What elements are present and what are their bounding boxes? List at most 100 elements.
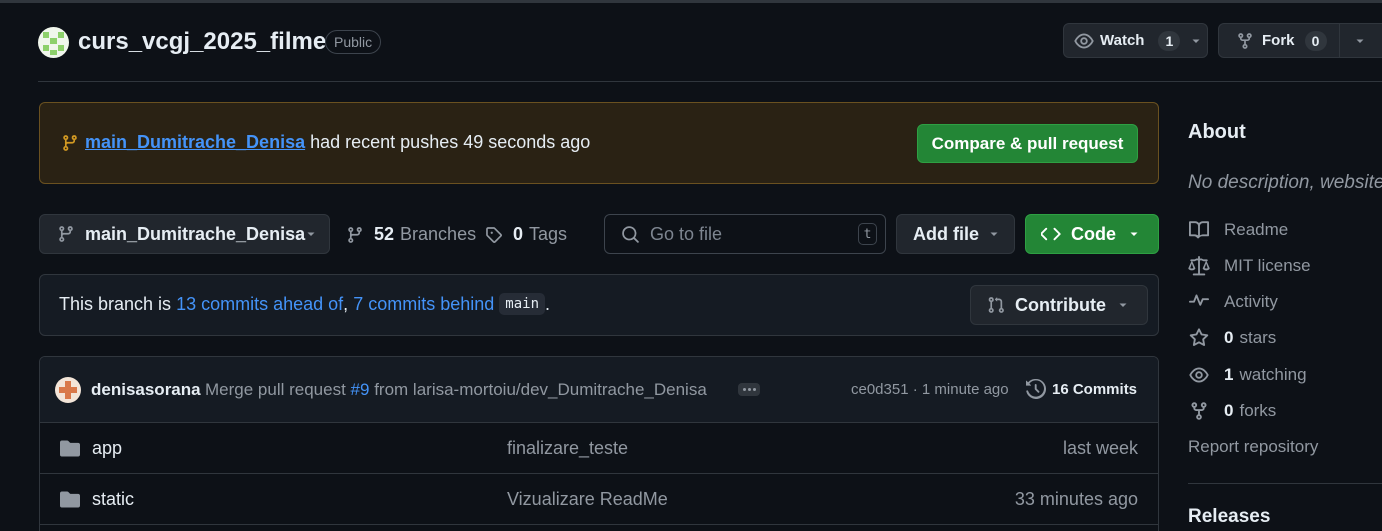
tags-label: Tags — [529, 224, 568, 244]
file-name[interactable]: static — [92, 489, 134, 510]
forks-label: forks — [1239, 401, 1277, 420]
branch-icon — [61, 134, 79, 152]
status-prefix: This branch is — [59, 293, 172, 314]
watch-count: 1 — [1158, 30, 1181, 51]
folder-icon — [60, 490, 80, 508]
add-file-button[interactable]: Add file — [896, 214, 1015, 254]
branch-selector[interactable]: main_Dumitrache_Denisa — [39, 214, 330, 254]
commit-message-prefix: Merge pull request — [205, 380, 346, 399]
watch-label: Watch — [1100, 32, 1145, 49]
search-shortcut-key: t — [858, 223, 877, 245]
fork-icon — [1236, 32, 1254, 50]
folder-icon — [60, 439, 80, 457]
license-label: MIT license — [1224, 256, 1311, 275]
eye-icon — [1074, 31, 1094, 51]
base-branch-code: main — [499, 293, 545, 315]
caret-down-icon — [1117, 299, 1129, 311]
caret-down-icon — [988, 228, 1000, 240]
banner-branch-link[interactable]: main_Dumitrache_Denisa — [85, 132, 305, 152]
fork-divider — [1338, 24, 1340, 57]
file-commit-message[interactable]: finalizare_teste — [507, 438, 628, 459]
branch-icon — [346, 226, 364, 244]
stars-label: stars — [1239, 328, 1277, 347]
fork-button[interactable]: Fork 0 — [1218, 23, 1382, 58]
sidebar-divider — [1188, 483, 1382, 484]
readme-label: Readme — [1224, 220, 1289, 239]
file-commit-message[interactable]: Vizualizare ReadMe — [507, 489, 668, 510]
pulse-icon — [1188, 292, 1224, 312]
banner-text: main_Dumitrache_Denisa had recent pushes… — [85, 132, 590, 153]
file-name[interactable]: app — [92, 438, 122, 459]
code-label: Code — [1071, 223, 1116, 244]
caret-down-icon[interactable] — [1190, 35, 1202, 47]
book-icon — [1188, 220, 1224, 240]
scale-icon — [1188, 256, 1224, 276]
caret-down-icon[interactable] — [1354, 35, 1366, 47]
branch-status-text: This branch is 13 commits ahead of , 7 c… — [59, 293, 550, 315]
tags-link[interactable]: 0 Tags — [485, 224, 567, 245]
branches-label: Branches — [400, 224, 477, 244]
star-icon — [1188, 328, 1224, 348]
pr-link[interactable]: #9 — [351, 380, 370, 399]
commit-message[interactable]: Merge pull request #9 from larisa-mortoi… — [205, 380, 707, 400]
activity-link[interactable]: Activity — [1188, 292, 1278, 312]
branches-link[interactable]: 52 Branches — [346, 224, 476, 245]
status-suffix: . — [545, 293, 551, 314]
eye-icon — [1188, 365, 1224, 385]
about-description: No description, website — [1188, 172, 1382, 193]
commit-message-suffix: from larisa-mortoiu/dev_Dumitrache_Denis… — [374, 380, 707, 399]
tag-icon — [485, 226, 503, 244]
go-to-file-search[interactable]: Go to file t — [604, 214, 886, 254]
watching-link[interactable]: 1 watching — [1188, 365, 1307, 385]
repo-forked-icon — [1188, 401, 1224, 421]
branches-count: 52 — [374, 224, 395, 244]
tags-count: 0 — [513, 224, 524, 244]
caret-down-icon — [1128, 228, 1140, 240]
commits-ahead-link[interactable]: 13 commits ahead of — [176, 294, 343, 315]
file-time: 33 minutes ago — [1014, 489, 1138, 509]
kebab-icon[interactable] — [738, 383, 760, 396]
watch-button[interactable]: Watch 1 — [1063, 23, 1208, 58]
watching-label: watching — [1239, 365, 1307, 384]
fork-label: Fork — [1262, 32, 1295, 49]
forks-link[interactable]: 0 forks — [1188, 401, 1276, 421]
search-placeholder: Go to file — [650, 223, 723, 244]
commit-author-avatar[interactable] — [55, 377, 81, 403]
stars-count: 0 — [1224, 328, 1234, 347]
banner-message: had recent pushes 49 seconds ago — [310, 132, 591, 152]
code-icon — [1041, 224, 1061, 244]
commits-behind-link[interactable]: 7 commits behind — [353, 294, 494, 315]
contribute-button[interactable]: Contribute — [970, 285, 1148, 325]
compare-pull-request-button[interactable]: Compare & pull request — [917, 124, 1138, 163]
current-branch-label: main_Dumitrache_Denisa — [85, 223, 306, 244]
releases-heading[interactable]: Releases — [1188, 506, 1270, 528]
header-divider — [38, 81, 1382, 82]
fork-count: 0 — [1304, 30, 1327, 51]
commits-label: 16 Commits — [1052, 380, 1138, 398]
commit-hash-time[interactable]: ce0d351 · 1 minute ago — [851, 381, 1009, 398]
history-icon — [1026, 379, 1046, 399]
branch-icon — [57, 225, 75, 243]
status-comma: , — [343, 293, 349, 314]
visibility-badge: Public — [325, 30, 382, 54]
repo-avatar[interactable] — [38, 27, 69, 58]
about-heading: About — [1188, 121, 1246, 143]
pull-request-icon — [987, 296, 1005, 314]
report-repository-link[interactable]: Report repository — [1188, 437, 1318, 457]
repo-title[interactable]: curs_vcgj_2025_filme — [78, 28, 326, 56]
stars-link[interactable]: 0 stars — [1188, 328, 1276, 348]
top-border — [0, 0, 1382, 3]
readme-link[interactable]: Readme — [1188, 220, 1288, 240]
caret-down-icon — [305, 228, 317, 240]
license-link[interactable]: MIT license — [1188, 256, 1311, 276]
watching-count: 1 — [1224, 365, 1234, 384]
file-time: last week — [1062, 438, 1138, 458]
commit-author[interactable]: denisasorana — [91, 380, 201, 400]
activity-label: Activity — [1224, 292, 1278, 311]
forks-count: 0 — [1224, 401, 1234, 420]
code-button[interactable]: Code — [1025, 214, 1159, 254]
search-icon — [621, 225, 640, 244]
add-file-label: Add file — [913, 223, 979, 244]
contribute-label: Contribute — [1015, 294, 1106, 315]
commits-link[interactable]: 16 Commits — [1026, 379, 1137, 399]
